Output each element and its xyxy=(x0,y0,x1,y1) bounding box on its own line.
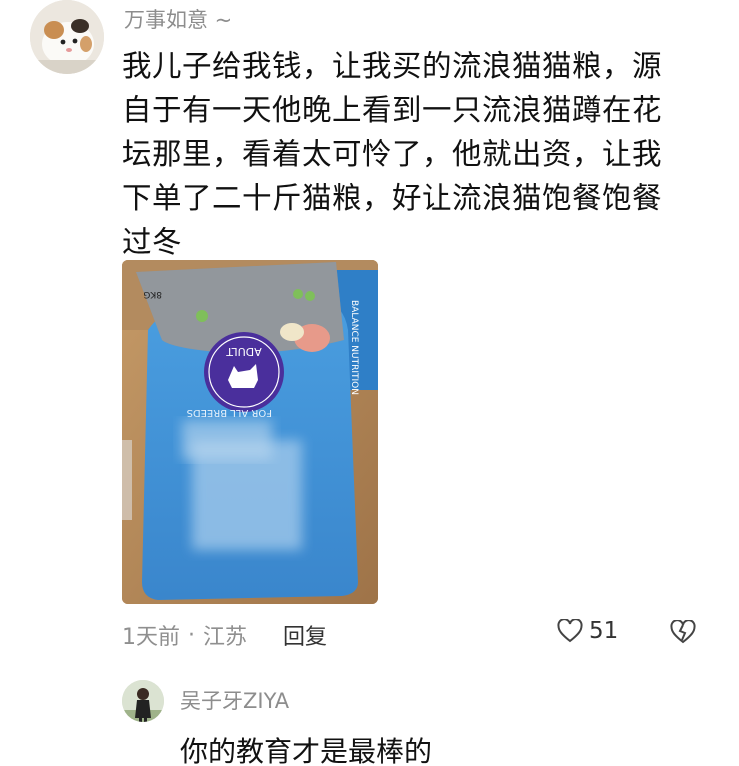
heart-icon xyxy=(557,619,583,643)
bag-weight-text: 8KG xyxy=(143,289,162,299)
reply-item: 吴子牙ZIYA 你的教育才是最棒的 xyxy=(0,672,739,766)
cat-food-photo[interactable]: BALANCE NUTRITION 8KG ADULT FOR ALL BREE… xyxy=(122,260,378,604)
broken-heart-icon xyxy=(670,619,696,644)
bag-label-text: ADULT xyxy=(226,345,262,358)
comment-text-line: 下单了二十斤猫粮，好让流浪猫饱餐饱餐 xyxy=(122,181,663,215)
meta-separator: · xyxy=(188,622,195,648)
bag-side-text: BALANCE NUTRITION xyxy=(349,300,359,395)
cat-avatar-image xyxy=(30,0,104,74)
comment-text-line: 自于有一天他晚上看到一只流浪猫蹲在花 xyxy=(122,93,663,127)
dislike-button[interactable] xyxy=(670,619,696,650)
reply-text: 你的教育才是最棒的 xyxy=(180,735,433,766)
comment-text-line: 我儿子给我钱，让我买的流浪猫猫粮，源 xyxy=(122,49,663,83)
cat-food-bag-image: BALANCE NUTRITION 8KG ADULT FOR ALL BREE… xyxy=(122,260,378,604)
avatar[interactable] xyxy=(30,0,104,74)
comment-text-line: 坛那里，看着太可怜了，他就出资，让我 xyxy=(122,137,663,171)
comment-meta: 1天前 · 江苏 回复 51 xyxy=(122,618,712,652)
comment-text: 我儿子给我钱，让我买的流浪猫猫粮，源 自于有一天他晚上看到一只流浪猫蹲在花 坛那… xyxy=(122,44,692,264)
comment-text-line: 过冬 xyxy=(122,225,183,259)
reply-button[interactable]: 回复 xyxy=(283,619,327,651)
person-avatar-image xyxy=(122,680,164,722)
reply-avatar[interactable] xyxy=(122,680,164,722)
comment-location: 江苏 xyxy=(203,625,248,650)
bag-front-text: FOR ALL BREEDS xyxy=(187,407,272,418)
comment-time: 1天前 xyxy=(122,625,180,650)
like-count: 51 xyxy=(589,618,619,644)
comment-username[interactable]: 万事如意 ~ xyxy=(124,4,232,34)
like-button[interactable]: 51 xyxy=(557,618,618,644)
reply-username[interactable]: 吴子牙ZIYA xyxy=(180,685,289,715)
